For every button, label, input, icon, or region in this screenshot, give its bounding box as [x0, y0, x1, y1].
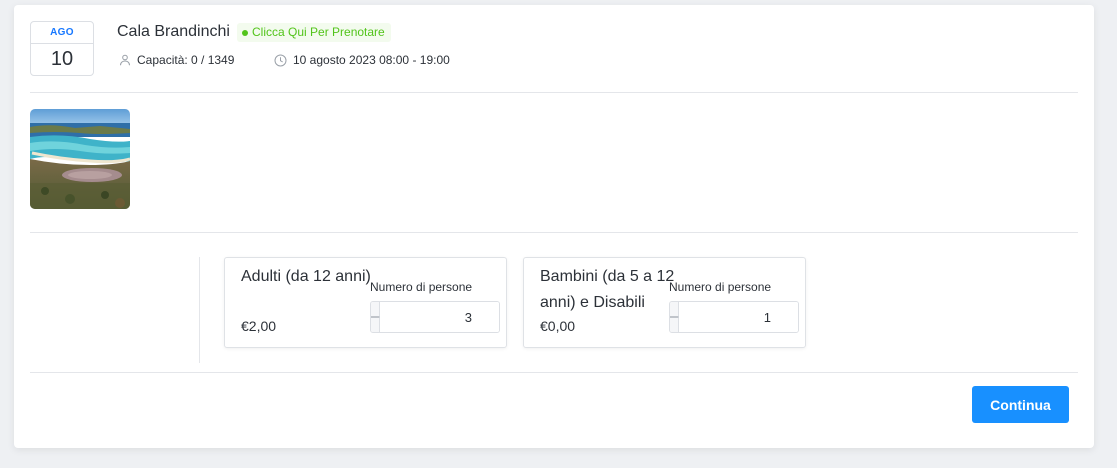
datetime-info: 10 agosto 2023 08:00 - 19:00	[274, 53, 450, 67]
event-image	[30, 109, 130, 209]
event-day: 10	[50, 48, 74, 70]
quantity-label: Numero di persone	[370, 280, 473, 294]
quantity-input[interactable]	[380, 302, 499, 332]
decrement-button[interactable]: –	[670, 302, 680, 332]
booking-status-badge[interactable]: Clicca Qui Per Prenotare	[237, 23, 391, 42]
ticket-name: Bambini (da 5 a 12 anni) e Disabili	[540, 268, 675, 311]
decrement-button[interactable]: –	[371, 302, 381, 332]
datetime-text: 10 agosto 2023 08:00 - 19:00	[293, 53, 450, 67]
event-card: AGO 10 Cala Brandinchi Clicca Qui Per Pr…	[14, 5, 1094, 448]
header-divider	[30, 92, 1078, 93]
quantity-input[interactable]	[679, 302, 798, 332]
image-divider	[30, 232, 1078, 233]
ticket-price: €2,00	[241, 318, 277, 334]
clock-icon	[274, 54, 287, 67]
footer-divider	[30, 372, 1078, 373]
status-text: Clicca Qui Per Prenotare	[252, 25, 385, 39]
event-date-box: AGO 10	[30, 21, 94, 76]
event-title: Cala Brandinchi	[117, 23, 230, 40]
quantity-stepper: – +	[370, 301, 500, 333]
ticket-price: €0,00	[540, 318, 576, 334]
continue-button[interactable]: Continua	[972, 386, 1069, 423]
ticket-card-bambini: Bambini (da 5 a 12 anni) e Disabili €0,0…	[523, 257, 806, 348]
capacity-text: Capacità: 0 / 1349	[137, 53, 235, 67]
capacity-info: Capacità: 0 / 1349	[119, 53, 234, 67]
event-month: AGO	[31, 22, 93, 44]
quantity-stepper: – +	[669, 301, 799, 333]
status-dot	[242, 29, 248, 36]
quantity-label: Numero di persone	[669, 280, 772, 294]
user-icon	[119, 54, 131, 66]
ticket-name: Adulti (da 12 anni)	[241, 268, 371, 285]
ticket-card-adulti: Adulti (da 12 anni) €2,00 Numero di pers…	[224, 257, 507, 348]
ticket-column-divider	[199, 257, 200, 363]
